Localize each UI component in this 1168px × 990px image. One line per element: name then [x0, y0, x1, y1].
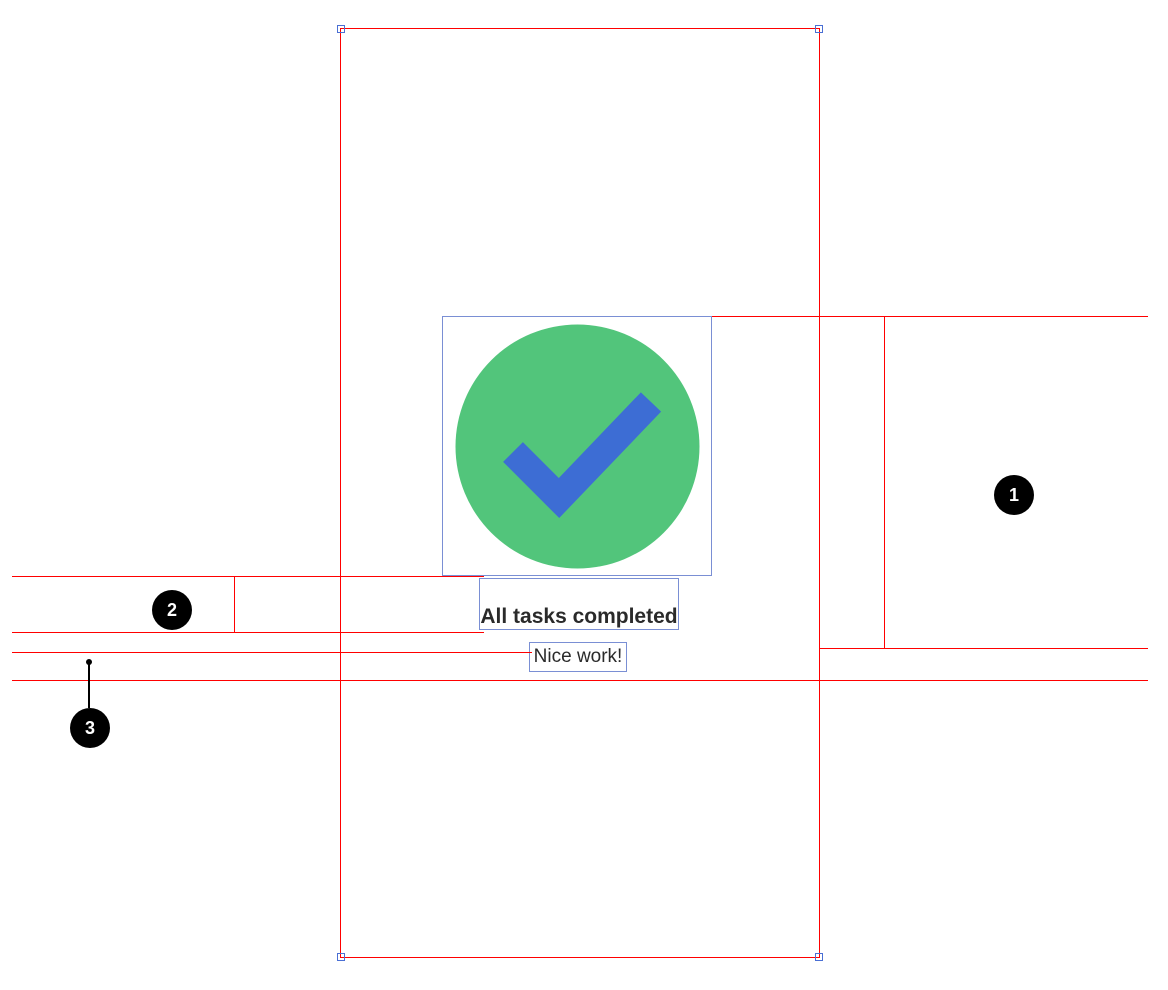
annotation-badge-1: 1 [994, 475, 1034, 515]
annotation-badge-3: 3 [70, 708, 110, 748]
annotation-line [884, 316, 885, 648]
annotation-line [820, 648, 1148, 649]
annotation-badge-2: 2 [152, 590, 192, 630]
completion-subtitle: Nice work! [534, 646, 623, 668]
subtitle-selection-box: Nice work! [529, 642, 627, 672]
annotation-line [12, 576, 484, 577]
success-icon-container [442, 316, 712, 576]
annotation-line [12, 652, 532, 653]
annotation-line [712, 316, 1148, 317]
completion-title: All tasks completed [480, 605, 677, 629]
annotation-line [12, 680, 1148, 681]
callout-connector [88, 662, 90, 708]
annotation-line [12, 632, 484, 633]
title-selection-box: All tasks completed [479, 578, 679, 630]
annotation-line [234, 576, 235, 632]
success-check-icon [455, 324, 700, 569]
